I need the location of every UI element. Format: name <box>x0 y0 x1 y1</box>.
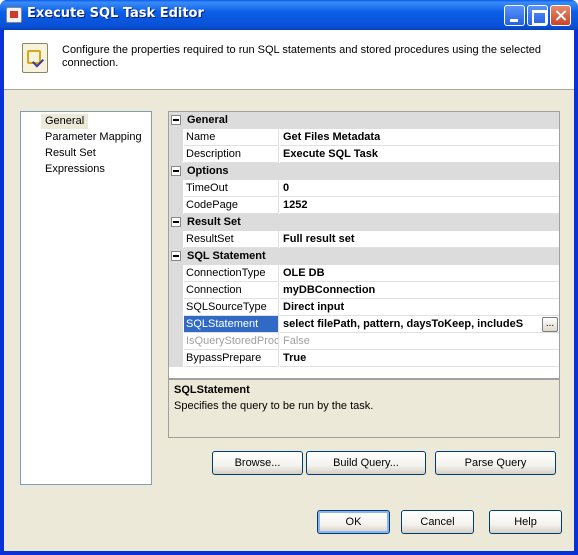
property-row-resultset[interactable]: ResultSet Full result set <box>169 231 559 248</box>
property-value[interactable]: select filePath, pattern, daysToKeep, in… <box>280 316 559 333</box>
cancel-button[interactable]: Cancel <box>401 510 474 534</box>
dialog-window: Execute SQL Task Editor Configure the pr… <box>0 0 578 555</box>
property-name: SQLStatement <box>184 316 279 333</box>
property-value[interactable]: myDBConnection <box>280 282 559 299</box>
property-value[interactable]: True <box>280 350 559 367</box>
property-value: False <box>280 333 559 350</box>
property-name: SQLSourceType <box>184 299 279 316</box>
header-banner: Configure the properties required to run… <box>4 30 574 90</box>
property-row-connection[interactable]: Connection myDBConnection <box>169 282 559 299</box>
sql-task-icon <box>6 7 22 23</box>
build-query-button[interactable]: Build Query... <box>306 451 426 475</box>
nav-item-expressions[interactable]: Expressions <box>41 162 109 177</box>
parse-query-button[interactable]: Parse Query <box>435 451 556 475</box>
property-row-sqlstatement[interactable]: SQLStatement select filePath, pattern, d… <box>169 316 559 333</box>
collapse-icon[interactable] <box>171 251 181 261</box>
property-name: Description <box>184 146 279 163</box>
nav-item-parameter-mapping[interactable]: Parameter Mapping <box>41 130 146 145</box>
property-name: IsQueryStoredProc <box>184 333 279 350</box>
close-button[interactable] <box>550 5 571 26</box>
property-value[interactable]: OLE DB <box>280 265 559 282</box>
property-row-isquerystoredproc: IsQueryStoredProc False <box>169 333 559 350</box>
property-name: ConnectionType <box>184 265 279 282</box>
ok-button[interactable]: OK <box>317 510 390 534</box>
category-sql-statement[interactable]: SQL Statement <box>169 248 559 265</box>
category-general[interactable]: General <box>169 112 559 129</box>
property-name: Name <box>184 129 279 146</box>
property-row-name[interactable]: Name Get Files Metadata <box>169 129 559 146</box>
property-value[interactable]: 0 <box>280 180 559 197</box>
browse-button[interactable]: Browse... <box>212 451 303 475</box>
description-text: Specifies the query to be run by the tas… <box>174 400 374 412</box>
category-label: Options <box>187 165 229 177</box>
nav-item-general[interactable]: General <box>41 114 89 129</box>
property-name: BypassPrepare <box>184 350 279 367</box>
property-row-codepage[interactable]: CodePage 1252 <box>169 197 559 214</box>
task-properties-icon <box>22 43 48 73</box>
window-title: Execute SQL Task Editor <box>27 6 204 21</box>
collapse-icon[interactable] <box>171 115 181 125</box>
help-button[interactable]: Help <box>489 510 562 534</box>
property-description-panel: SQLStatement Specifies the query to be r… <box>168 379 560 438</box>
property-value[interactable]: Execute SQL Task <box>280 146 559 163</box>
category-label: General <box>187 114 228 126</box>
description-title: SQLStatement <box>174 384 250 396</box>
property-row-bypassprepare[interactable]: BypassPrepare True <box>169 350 559 367</box>
nav-item-result-set[interactable]: Result Set <box>41 146 100 161</box>
collapse-icon[interactable] <box>171 166 181 176</box>
property-value[interactable]: Full result set <box>280 231 559 248</box>
category-label: Result Set <box>187 216 241 228</box>
category-result-set[interactable]: Result Set <box>169 214 559 231</box>
page-navigation-list: General Parameter Mapping Result Set Exp… <box>20 111 152 485</box>
dialog-client-area: Configure the properties required to run… <box>4 30 574 551</box>
title-bar[interactable]: Execute SQL Task Editor <box>0 0 578 30</box>
category-options[interactable]: Options <box>169 163 559 180</box>
property-name: TimeOut <box>184 180 279 197</box>
collapse-icon[interactable] <box>171 217 181 227</box>
property-value[interactable]: 1252 <box>280 197 559 214</box>
property-name: Connection <box>184 282 279 299</box>
category-label: SQL Statement <box>187 250 266 262</box>
ellipsis-button[interactable]: ... <box>542 317 558 332</box>
property-row-sqlsourcetype[interactable]: SQLSourceType Direct input <box>169 299 559 316</box>
maximize-button[interactable] <box>527 5 548 26</box>
property-row-connectiontype[interactable]: ConnectionType OLE DB <box>169 265 559 282</box>
minimize-button[interactable] <box>504 5 525 26</box>
property-value[interactable]: Direct input <box>280 299 559 316</box>
property-grid: General Name Get Files Metadata Descript… <box>168 111 560 379</box>
property-value[interactable]: Get Files Metadata <box>280 129 559 146</box>
property-row-description[interactable]: Description Execute SQL Task <box>169 146 559 163</box>
property-name: ResultSet <box>184 231 279 248</box>
property-row-timeout[interactable]: TimeOut 0 <box>169 180 559 197</box>
header-description: Configure the properties required to run… <box>62 44 541 69</box>
property-name: CodePage <box>184 197 279 214</box>
